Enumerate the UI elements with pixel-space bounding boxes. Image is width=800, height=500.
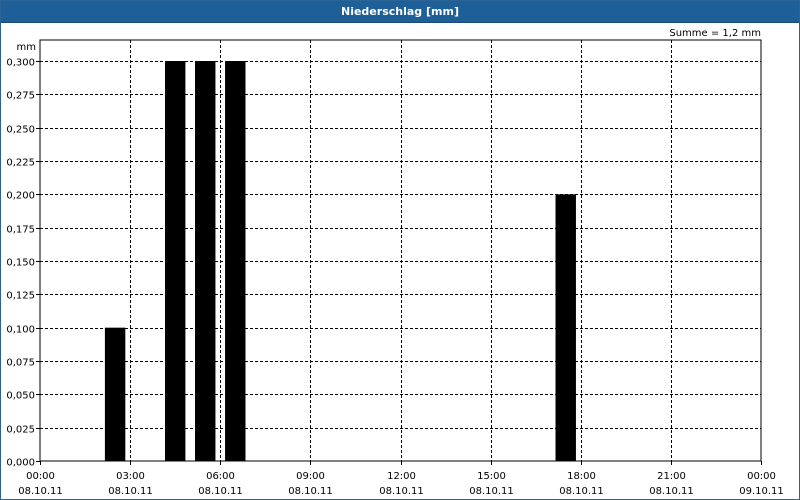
x-tick-date: 08.10.11 [18,486,63,497]
x-tick-time: 09:00 [296,471,325,482]
y-tick-label: 0,025 [6,425,35,436]
bar-1700 [555,194,576,462]
x-axis-ticks: 00:00 08.10.11 03:00 08.10.11 06:00 08.10.11 0… [18,461,784,497]
grid [40,40,761,461]
y-tick-label: 0,275 [6,91,35,102]
x-tick-date: 08.10.11 [198,486,243,497]
x-tick-time: 00:00 [747,471,776,482]
x-tick-time: 15:00 [477,471,506,482]
x-tick-time: 03:00 [116,471,145,482]
bar-0600 [225,61,246,461]
y-tick-label: 0,125 [6,291,35,302]
x-tick-time: 00:00 [26,471,55,482]
y-tick-label: 0,150 [6,258,35,269]
x-tick-date: 08.10.11 [649,486,694,497]
bar-0400 [164,61,186,461]
y-tick-label: 0,200 [6,191,35,202]
y-axis-label: mm [17,42,36,53]
bar-0200 [104,327,126,461]
x-tick-time: 12:00 [387,471,416,482]
y-tick-label: 0,050 [6,391,35,402]
x-tick-time: 18:00 [567,471,596,482]
precipitation-chart: 0,000 0,025 0,050 0,075 0,100 0,125 0,150 0,175… [6,28,784,497]
y-tick-label: 0,100 [6,325,35,336]
bar-0500 [195,61,216,461]
y-axis-ticks: 0,000 0,025 0,050 0,075 0,100 0,125 0,150 0,175… [6,58,40,469]
x-tick-date: 09.10.11 [739,486,784,497]
sum-annotation: Summe = 1,2 mm [669,28,761,39]
y-tick-label: 0,300 [6,58,35,69]
x-tick-date: 08.10.11 [469,486,514,497]
y-tick-label: 0,225 [6,158,35,169]
y-tick-label: 0,250 [6,125,35,136]
y-tick-label: 0,075 [6,358,35,369]
x-tick-time: 06:00 [206,471,235,482]
y-tick-label: 0,000 [6,458,35,469]
x-tick-date: 08.10.11 [559,486,604,497]
x-tick-date: 08.10.11 [379,486,424,497]
x-tick-date: 08.10.11 [288,486,333,497]
x-tick-date: 08.10.11 [108,486,153,497]
y-tick-label: 0,175 [6,225,35,236]
plot-frame [39,39,762,462]
x-tick-time: 21:00 [657,471,686,482]
